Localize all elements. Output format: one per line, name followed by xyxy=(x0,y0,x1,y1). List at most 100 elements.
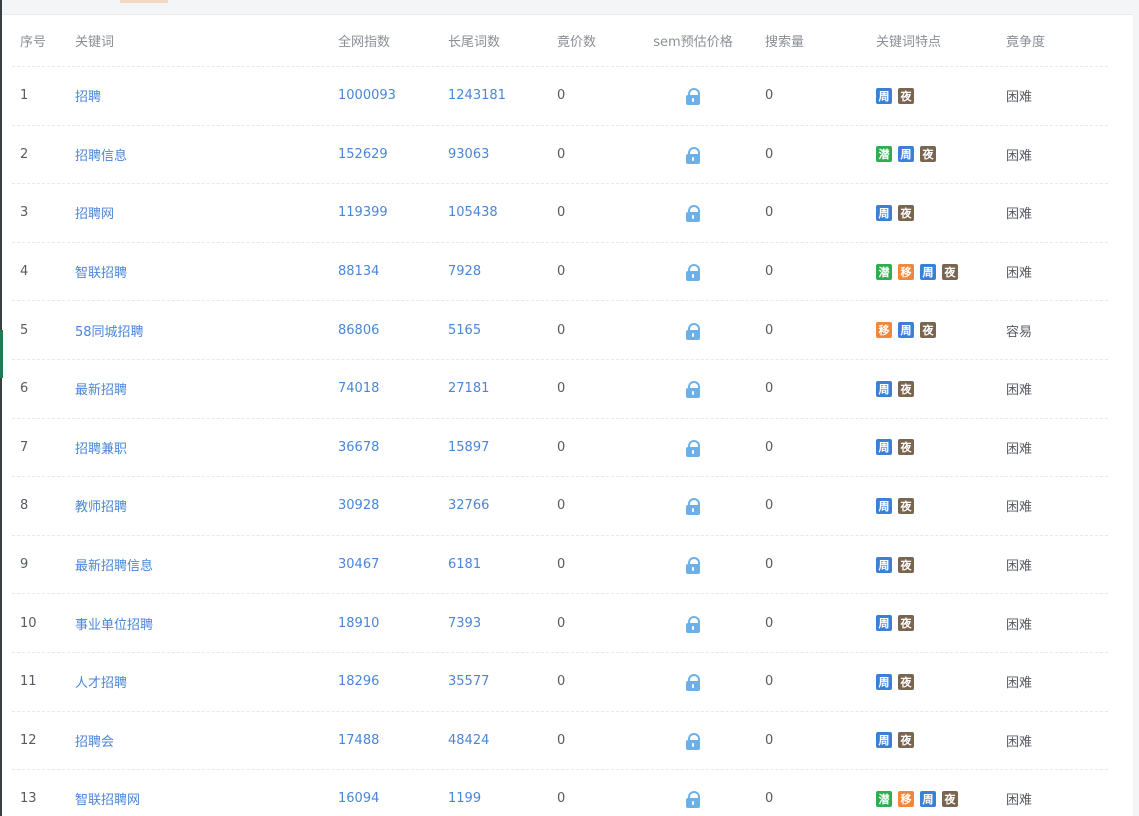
lock-icon[interactable] xyxy=(686,205,700,223)
sem-price-cell xyxy=(645,712,741,770)
lock-icon[interactable] xyxy=(686,732,700,750)
header-search-volume: 搜索量 xyxy=(765,34,805,50)
long-tail-link[interactable]: 35577 xyxy=(448,653,548,711)
all-index-link[interactable]: 1000093 xyxy=(338,67,438,125)
lock-icon[interactable] xyxy=(686,498,700,516)
tag-ye-badge: 夜 xyxy=(898,439,914,456)
search-volume: 0 xyxy=(765,264,774,280)
lock-icon[interactable] xyxy=(686,615,700,633)
lock-icon[interactable] xyxy=(686,791,700,809)
keyword-link[interactable]: 招聘兼职 xyxy=(75,419,325,477)
all-index-link[interactable]: 86806 xyxy=(338,301,438,359)
row-index: 11 xyxy=(20,674,37,690)
table-row: 13 智联招聘网 16094 1199 0 0 潜移周夜 困难 xyxy=(12,770,1108,816)
keyword-link[interactable]: 最新招聘信息 xyxy=(75,536,325,594)
lock-icon[interactable] xyxy=(686,439,700,457)
all-index-link[interactable]: 18296 xyxy=(338,653,438,711)
sem-price-cell xyxy=(645,653,741,711)
feature-tags: 周夜 xyxy=(876,497,914,514)
row-index: 3 xyxy=(20,205,29,221)
long-tail-link[interactable]: 5165 xyxy=(448,301,548,359)
bid-count: 0 xyxy=(557,88,566,104)
row-index: 8 xyxy=(20,498,29,514)
row-index: 4 xyxy=(20,264,29,280)
bid-count: 0 xyxy=(557,732,566,748)
long-tail-link[interactable]: 32766 xyxy=(448,477,548,535)
tag-ye-badge: 夜 xyxy=(942,790,958,807)
feature-tags-cell: 周夜 xyxy=(876,536,996,594)
all-index-link[interactable]: 18910 xyxy=(338,594,438,652)
keyword-link[interactable]: 智联招聘网 xyxy=(75,770,325,816)
tag-zhou-badge: 周 xyxy=(898,322,914,339)
search-volume: 0 xyxy=(765,732,774,748)
table-header: 序号 关键词 全网指数 长尾词数 竟价数 sem预估价格 搜索量 关键词特点 竟… xyxy=(12,14,1108,67)
long-tail-link[interactable]: 7393 xyxy=(448,594,548,652)
tag-zhou-badge: 周 xyxy=(876,204,892,221)
long-tail-link[interactable]: 48424 xyxy=(448,712,548,770)
all-index-link[interactable]: 16094 xyxy=(338,770,438,816)
difficulty: 困难 xyxy=(1006,266,1033,282)
long-tail-link[interactable]: 6181 xyxy=(448,536,548,594)
difficulty: 困难 xyxy=(1006,559,1033,575)
keyword-table-page: 序号 关键词 全网指数 长尾词数 竟价数 sem预估价格 搜索量 关键词特点 竟… xyxy=(0,0,1139,816)
keyword-link[interactable]: 招聘会 xyxy=(75,712,325,770)
sem-price-cell xyxy=(645,536,741,594)
tag-zhou-badge: 周 xyxy=(920,790,936,807)
header-sem-price: sem预估价格 xyxy=(653,34,733,50)
long-tail-link[interactable]: 105438 xyxy=(448,184,548,242)
keyword-link[interactable]: 58同城招聘 xyxy=(75,301,325,359)
feature-tags-cell: 周夜 xyxy=(876,477,996,535)
lock-icon[interactable] xyxy=(686,557,700,575)
long-tail-link[interactable]: 27181 xyxy=(448,360,548,418)
all-index-link[interactable]: 36678 xyxy=(338,419,438,477)
tag-zhou-badge: 周 xyxy=(876,439,892,456)
all-index-link[interactable]: 119399 xyxy=(338,184,438,242)
keyword-link[interactable]: 人才招聘 xyxy=(75,653,325,711)
all-index-link[interactable]: 17488 xyxy=(338,712,438,770)
lock-icon[interactable] xyxy=(686,674,700,692)
bid-count: 0 xyxy=(557,146,566,162)
lock-icon[interactable] xyxy=(686,322,700,340)
tag-qian-badge: 潜 xyxy=(876,790,892,807)
difficulty: 困难 xyxy=(1006,383,1033,399)
lock-icon[interactable] xyxy=(686,381,700,399)
lock-icon[interactable] xyxy=(686,146,700,164)
lock-icon[interactable] xyxy=(686,88,700,106)
keyword-link[interactable]: 最新招聘 xyxy=(75,360,325,418)
left-edge-accent xyxy=(0,330,3,378)
tag-zhou-badge: 周 xyxy=(876,732,892,749)
all-index-link[interactable]: 74018 xyxy=(338,360,438,418)
keyword-link[interactable]: 事业单位招聘 xyxy=(75,594,325,652)
difficulty: 困难 xyxy=(1006,441,1033,457)
keyword-link[interactable]: 智联招聘 xyxy=(75,243,325,301)
lock-icon[interactable] xyxy=(686,264,700,282)
keyword-link[interactable]: 招聘网 xyxy=(75,184,325,242)
search-volume: 0 xyxy=(765,146,774,162)
all-index-link[interactable]: 152629 xyxy=(338,126,438,184)
feature-tags: 周夜 xyxy=(876,439,914,456)
right-edge xyxy=(1133,0,1139,816)
bid-count: 0 xyxy=(557,674,566,690)
long-tail-link[interactable]: 1199 xyxy=(448,770,548,816)
feature-tags-cell: 周夜 xyxy=(876,594,996,652)
tag-zhou-badge: 周 xyxy=(876,673,892,690)
tag-zhou-badge: 周 xyxy=(920,263,936,280)
long-tail-link[interactable]: 15897 xyxy=(448,419,548,477)
keyword-link[interactable]: 招聘信息 xyxy=(75,126,325,184)
keyword-link[interactable]: 招聘 xyxy=(75,67,325,125)
tag-zhou-badge: 周 xyxy=(876,556,892,573)
long-tail-link[interactable]: 1243181 xyxy=(448,67,548,125)
header-bid-count: 竟价数 xyxy=(557,34,597,50)
feature-tags-cell: 潜移周夜 xyxy=(876,770,996,816)
all-index-link[interactable]: 30928 xyxy=(338,477,438,535)
tag-ye-badge: 夜 xyxy=(898,380,914,397)
tag-ye-badge: 夜 xyxy=(898,497,914,514)
bid-count: 0 xyxy=(557,205,566,221)
keyword-link[interactable]: 教师招聘 xyxy=(75,477,325,535)
all-index-link[interactable]: 88134 xyxy=(338,243,438,301)
all-index-link[interactable]: 30467 xyxy=(338,536,438,594)
feature-tags-cell: 潜移周夜 xyxy=(876,243,996,301)
search-volume: 0 xyxy=(765,439,774,455)
long-tail-link[interactable]: 93063 xyxy=(448,126,548,184)
long-tail-link[interactable]: 7928 xyxy=(448,243,548,301)
